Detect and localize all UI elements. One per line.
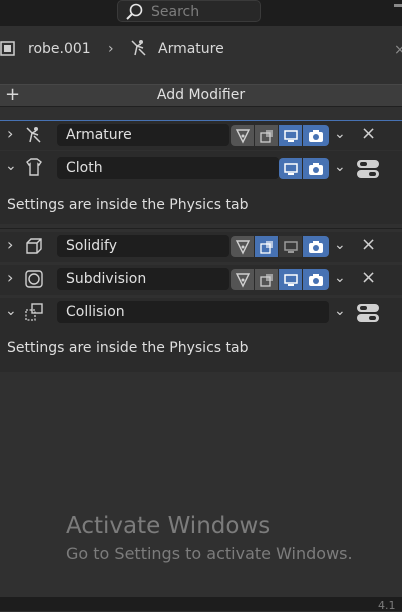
monitor-icon xyxy=(283,240,298,253)
viewport-toggle[interactable] xyxy=(279,125,302,146)
close-icon[interactable]: × xyxy=(361,234,376,256)
subdivision-icon xyxy=(25,270,43,288)
search-input[interactable]: Search xyxy=(117,0,261,22)
modifier-name-field[interactable]: Collision xyxy=(57,301,329,323)
cage-icon xyxy=(259,129,273,143)
search-icon xyxy=(126,3,143,20)
drag-handle-icon[interactable] xyxy=(356,302,380,324)
modifier-subdivision: › Subdivision ⌄ × xyxy=(0,265,402,295)
armature-icon xyxy=(26,127,41,143)
chevron-down-icon[interactable]: ⌄ xyxy=(334,123,346,145)
on-cage-toggle[interactable] xyxy=(255,236,278,257)
add-modifier-button[interactable]: + Add Modifier xyxy=(0,84,402,106)
activate-windows-subtitle: Go to Settings to activate Windows. xyxy=(66,544,353,563)
drag-handle-icon[interactable] xyxy=(356,158,380,180)
cage-icon xyxy=(259,240,273,254)
add-modifier-label: Add Modifier xyxy=(156,87,246,103)
edit-mode-icon xyxy=(235,272,250,288)
modifier-armature: › Armature ⌄ × xyxy=(0,120,402,150)
viewport-toggle[interactable] xyxy=(279,269,302,290)
breadcrumb-object-name[interactable]: robe.001 xyxy=(28,39,91,59)
edit-mode-toggle[interactable] xyxy=(231,125,254,146)
object-icon xyxy=(0,41,15,56)
armature-icon xyxy=(131,40,146,56)
camera-icon xyxy=(309,129,323,142)
viewport-toggle[interactable] xyxy=(279,236,302,257)
render-toggle[interactable] xyxy=(303,158,329,179)
viewport-toggle[interactable] xyxy=(279,158,302,179)
camera-icon xyxy=(309,240,323,253)
status-bar xyxy=(0,597,402,611)
on-cage-toggle[interactable] xyxy=(255,269,278,290)
camera-icon xyxy=(309,162,323,175)
edit-mode-icon xyxy=(235,239,250,255)
monitor-icon xyxy=(283,162,298,175)
edit-mode-toggle[interactable] xyxy=(231,236,254,257)
cloth-icon xyxy=(26,158,42,176)
monitor-icon xyxy=(283,129,298,142)
expand-chevron-icon[interactable]: › xyxy=(7,267,13,289)
chevron-down-icon[interactable]: ⌄ xyxy=(334,300,346,322)
physics-note: Settings are inside the Physics tab xyxy=(7,340,249,356)
render-toggle[interactable] xyxy=(303,269,329,290)
collapse-chevron-icon[interactable]: ⌄ xyxy=(5,155,17,177)
on-cage-toggle[interactable] xyxy=(255,125,278,146)
modifier-name-field[interactable]: Cloth xyxy=(57,157,279,179)
edit-mode-icon xyxy=(235,128,250,144)
divider xyxy=(0,228,402,229)
modifier-name-field[interactable]: Armature xyxy=(57,124,229,146)
render-toggle[interactable] xyxy=(303,236,329,257)
chevron-down-icon[interactable]: ⌄ xyxy=(334,156,346,178)
divider xyxy=(0,106,402,107)
chevron-down-icon[interactable]: ⌄ xyxy=(334,267,346,289)
version-label: 4.1 xyxy=(378,599,396,612)
close-icon[interactable]: × xyxy=(361,267,376,289)
collapse-chevron-icon[interactable]: ⌄ xyxy=(5,300,17,322)
breadcrumb-context-name[interactable]: Armature xyxy=(158,39,224,59)
chevron-right-icon: › xyxy=(108,41,114,57)
solidify-icon xyxy=(26,238,42,254)
collision-icon xyxy=(25,303,43,321)
close-icon[interactable]: × xyxy=(361,123,376,145)
modifier-solidify: › Solidify ⌄ × xyxy=(0,232,402,262)
window-menu-dots-icon[interactable] xyxy=(388,0,402,16)
expand-chevron-icon[interactable]: › xyxy=(7,234,13,256)
modifier-name-field[interactable]: Subdivision xyxy=(57,268,229,290)
physics-note: Settings are inside the Physics tab xyxy=(7,197,249,213)
modifier-name-field[interactable]: Solidify xyxy=(57,235,229,257)
cage-icon xyxy=(259,273,273,287)
monitor-icon xyxy=(283,273,298,286)
activate-windows-title: Activate Windows xyxy=(66,513,271,539)
expand-chevron-icon[interactable]: › xyxy=(7,123,13,145)
render-toggle[interactable] xyxy=(303,125,329,146)
pin-icon[interactable]: × xyxy=(394,40,402,60)
chevron-down-icon[interactable]: ⌄ xyxy=(334,234,346,256)
modifier-cloth: ⌄ Cloth ⌄ Settings are inside the Physic… xyxy=(0,151,402,224)
modifier-collision: ⌄ Collision ⌄ Settings are inside the Ph… xyxy=(0,298,402,372)
search-placeholder: Search xyxy=(151,4,200,20)
camera-icon xyxy=(309,273,323,286)
edit-mode-toggle[interactable] xyxy=(231,269,254,290)
